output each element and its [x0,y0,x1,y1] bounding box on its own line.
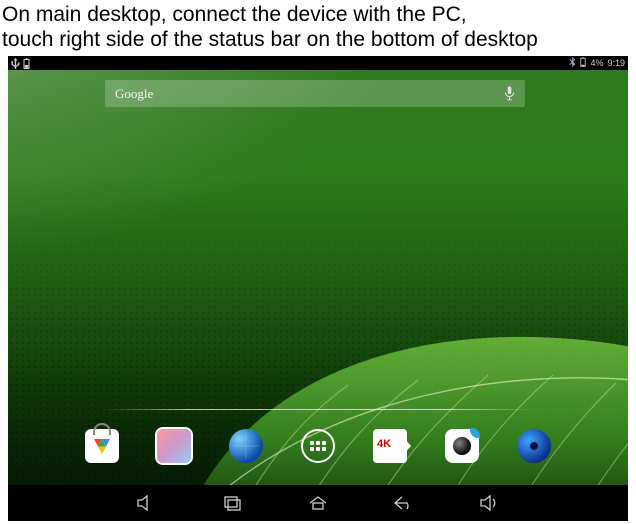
mic-icon[interactable] [504,86,515,101]
back-button[interactable] [390,492,418,514]
status-bar-right[interactable]: 4% 9:19 [569,57,625,69]
battery-percent-text: 4% [590,58,603,68]
status-bar[interactable]: 4% 9:19 [8,56,628,70]
dock: 4K [8,426,628,466]
volume-down-button[interactable] [132,492,160,514]
music-icon[interactable] [517,429,551,463]
battery-small-icon [580,57,586,69]
all-apps-icon[interactable] [301,429,335,463]
home-screen[interactable]: Google 4K [8,70,628,485]
navigation-bar [8,485,628,521]
clock-text: 9:19 [607,58,625,68]
google-search-label: Google [115,86,153,102]
instruction-line-1: On main desktop, connect the device with… [2,3,467,26]
battery-icon [23,58,30,69]
usb-icon [11,58,20,69]
volume-up-button[interactable] [476,492,504,514]
google-search-widget[interactable]: Google [105,80,525,107]
4k-player-icon[interactable]: 4K [373,429,407,463]
status-bar-left [11,58,30,69]
browser-icon[interactable] [229,429,263,463]
gallery-icon[interactable] [157,429,191,463]
bluetooth-icon [569,57,576,69]
instruction-text: On main desktop, connect the device with… [0,0,636,56]
instruction-line-2: touch right side of the status bar on th… [2,28,538,51]
play-store-icon[interactable] [85,429,119,463]
camera-icon[interactable] [445,429,479,463]
recent-apps-button[interactable] [218,492,246,514]
page-indicator [103,409,533,410]
home-button[interactable] [304,492,332,514]
tablet-screenshot: 4% 9:19 [8,56,628,521]
4k-label: 4K [377,438,391,450]
